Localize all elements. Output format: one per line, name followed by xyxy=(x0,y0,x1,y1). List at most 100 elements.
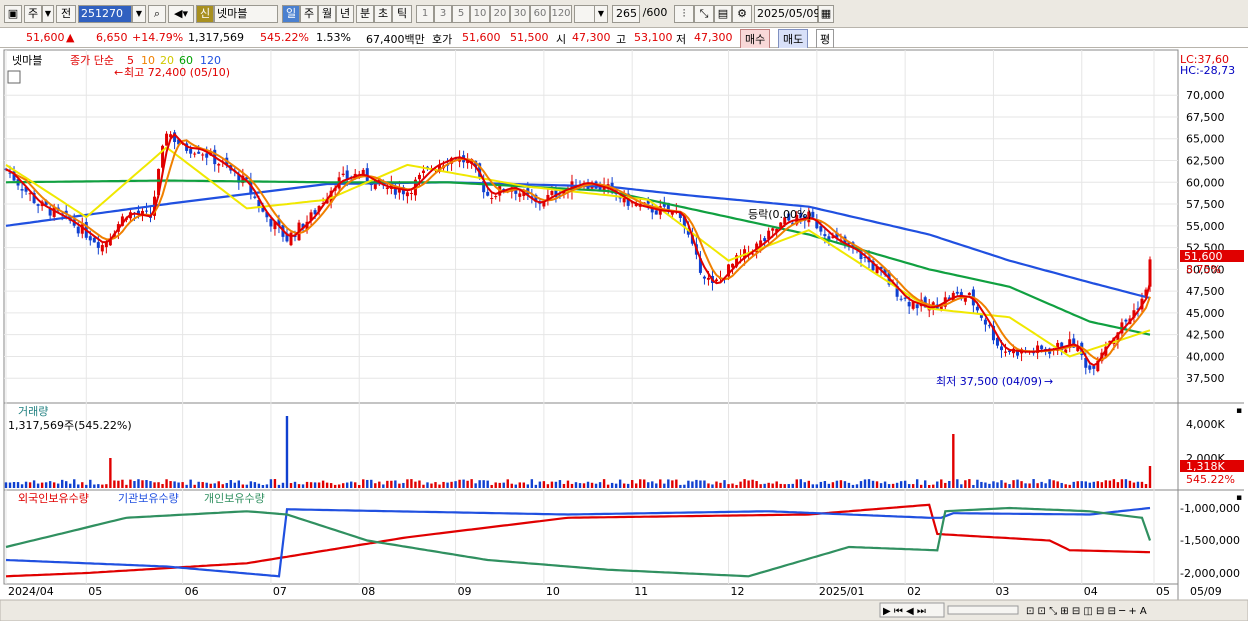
tool-icons[interactable]: ⊡ ⊡ ⤡ ⊞ ⊟ ◫ ⊟ ⊟ ─ + A xyxy=(1026,606,1147,617)
volume-bar xyxy=(1028,483,1031,488)
prev-button[interactable]: 전 xyxy=(56,5,76,23)
volume-bar xyxy=(97,484,100,488)
x-tick-label: 12 xyxy=(731,585,745,598)
candle xyxy=(1124,319,1128,322)
candle xyxy=(771,228,775,231)
crosshair-icon[interactable]: ⤡ xyxy=(694,5,714,23)
stock-name-field[interactable]: 넷마블 xyxy=(214,5,278,23)
interval-60-button[interactable]: 60 xyxy=(530,5,550,23)
volume-bar xyxy=(205,482,208,488)
period-second-button[interactable]: 초 xyxy=(374,5,392,23)
gear-icon[interactable]: ⚙ xyxy=(732,5,752,23)
table-icon[interactable] xyxy=(7,70,21,84)
candle-icon[interactable]: ⫶ xyxy=(674,5,694,23)
volume-bar xyxy=(454,481,457,488)
volume-bar xyxy=(253,482,257,488)
period-day-button[interactable]: 일 xyxy=(282,5,300,23)
volume-bar xyxy=(117,480,120,488)
interval-30-button[interactable]: 30 xyxy=(510,5,530,23)
candle xyxy=(289,232,293,246)
interval-dropdown-icon[interactable]: ▼ xyxy=(594,5,608,23)
candle xyxy=(341,173,345,175)
candle xyxy=(1088,365,1092,370)
search-icon[interactable]: ⌕ xyxy=(148,5,166,23)
avg-button[interactable]: 평 xyxy=(816,29,835,49)
nav-buttons-icon[interactable]: ▶ ⏮ ◀ ⏭ xyxy=(883,606,926,617)
volume-bar xyxy=(329,483,333,488)
volume-bar xyxy=(56,483,60,488)
low-arrow-icon: → xyxy=(1044,375,1053,388)
volume-bar xyxy=(325,482,329,488)
volume-bar xyxy=(410,479,413,488)
period-week-button[interactable]: 주 xyxy=(300,5,318,23)
x-tick-label: 11 xyxy=(634,585,648,598)
volume-bar xyxy=(446,482,449,488)
code-input[interactable]: 251270 xyxy=(78,5,132,23)
interval-5-button[interactable]: 5 xyxy=(452,5,470,23)
volume-bar xyxy=(779,483,782,488)
volume-bar xyxy=(285,416,289,488)
calendar-icon[interactable]: ▦ xyxy=(818,5,834,23)
volume-bar xyxy=(586,481,590,488)
volume-bar xyxy=(518,482,521,488)
candle xyxy=(819,226,823,232)
volume-bar xyxy=(546,484,550,488)
candle xyxy=(217,164,221,166)
interval-20-button[interactable]: 20 xyxy=(490,5,510,23)
candle xyxy=(907,302,911,307)
volume-bar xyxy=(514,484,517,488)
volume-bar xyxy=(77,484,80,488)
interval-1-button[interactable]: 1 xyxy=(416,5,434,23)
close-panel-icon[interactable]: ▪ xyxy=(1236,493,1242,503)
volume-bar xyxy=(233,482,236,488)
volume-bar xyxy=(1020,481,1023,488)
volume-bar xyxy=(313,482,317,488)
interval-10-button[interactable]: 10 xyxy=(470,5,490,23)
volume-bar xyxy=(1088,482,1091,488)
period-minute-button[interactable]: 분 xyxy=(356,5,374,23)
period-month-button[interactable]: 월 xyxy=(318,5,336,23)
y-tick-label: 40,000 xyxy=(1186,350,1225,363)
volume-title: 거래량 xyxy=(18,405,48,418)
dropdown-arrow-icon[interactable]: ▼ xyxy=(42,5,54,23)
volume-bar xyxy=(1036,483,1039,488)
date-input[interactable]: 2025/05/09 xyxy=(754,5,820,23)
volume-bar xyxy=(960,484,963,488)
window-icon[interactable]: ▣ xyxy=(4,5,22,23)
volume-current-pct: 545.22% xyxy=(1186,473,1235,486)
volume-bar xyxy=(602,479,606,488)
speaker-icon[interactable]: ◀▾ xyxy=(168,5,194,23)
save-icon[interactable]: ▤ xyxy=(714,5,732,23)
zoom-slider[interactable] xyxy=(947,605,1019,615)
stock-chart[interactable]: 70,000 67,500 65,000 62,500 60,000 57,500 55,0… xyxy=(0,48,1248,621)
volume-bar xyxy=(442,481,445,488)
code-dropdown-icon[interactable]: ▼ xyxy=(132,5,146,23)
volume-bar xyxy=(169,481,172,488)
period-jumin-button[interactable]: 주 xyxy=(24,5,42,23)
interval-120-button[interactable]: 120 xyxy=(550,5,572,23)
change-pct: +14.79% xyxy=(132,31,184,44)
low-note: 최저 37,500 (04/09) xyxy=(936,375,1042,388)
candle xyxy=(36,204,40,206)
period-year-button[interactable]: 년 xyxy=(336,5,354,23)
x-tick-label: 05 xyxy=(88,585,102,598)
y-tick-label: 37,500 xyxy=(1186,372,1225,385)
volume-bar xyxy=(992,481,995,488)
stock-label: 넷마블 xyxy=(12,54,42,67)
open-price: 47,300 xyxy=(572,31,611,44)
buy-button[interactable]: 매수 xyxy=(740,29,771,49)
volume-bar xyxy=(915,479,919,488)
interval-3-button[interactable]: 3 xyxy=(434,5,452,23)
volume-bar xyxy=(747,480,750,488)
candle xyxy=(361,169,365,175)
volume-bar xyxy=(574,482,578,488)
volume-bar xyxy=(153,482,156,488)
volume-bar xyxy=(354,482,357,488)
volume-bar xyxy=(1084,481,1087,488)
holding-tick-label: -1,000,000 xyxy=(1180,502,1240,515)
period-tick-button[interactable]: 틱 xyxy=(392,5,412,23)
sell-button[interactable]: 매도 xyxy=(778,29,809,49)
count-input[interactable]: 265 xyxy=(612,5,640,23)
quote-bar: 51,600 ▲ 6,650 +14.79% 1,317,569 545.22%… xyxy=(0,28,1248,49)
close-panel-icon[interactable]: ▪ xyxy=(1236,406,1242,416)
